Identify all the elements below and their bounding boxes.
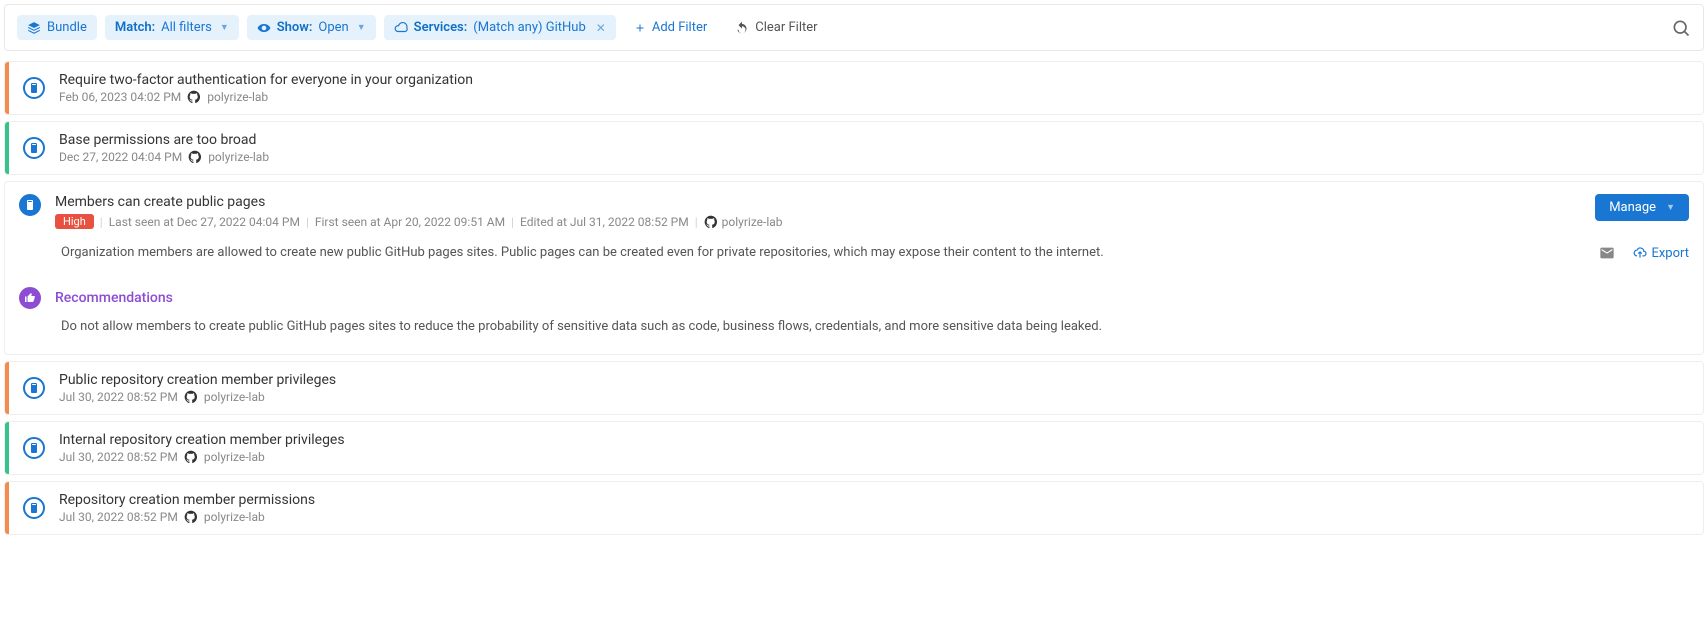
finding-org: polyrize-lab bbox=[722, 215, 783, 229]
finding-row[interactable]: Public repository creation member privil… bbox=[4, 361, 1704, 415]
undo-icon bbox=[735, 21, 749, 35]
match-label: Match: bbox=[115, 20, 155, 35]
first-seen: First seen at Apr 20, 2022 09:51 AM bbox=[315, 215, 505, 229]
remove-filter-icon[interactable]: ✕ bbox=[596, 21, 606, 35]
clear-filter-label: Clear Filter bbox=[755, 20, 817, 35]
export-icon bbox=[1633, 246, 1647, 260]
bundle-label: Bundle bbox=[47, 20, 87, 35]
add-filter-label: Add Filter bbox=[652, 20, 707, 35]
finding-description: Organization members are allowed to crea… bbox=[61, 245, 1579, 260]
clipboard-icon bbox=[23, 377, 45, 399]
last-seen: Last seen at Dec 27, 2022 04:04 PM bbox=[109, 215, 300, 229]
match-filter[interactable]: Match: All filters ▼ bbox=[105, 15, 239, 40]
finding-date: Jul 30, 2022 08:52 PM bbox=[59, 510, 178, 524]
findings-list: Require two-factor authentication for ev… bbox=[0, 61, 1708, 535]
clear-filter-button[interactable]: Clear Filter bbox=[725, 15, 827, 40]
services-value: (Match any) GitHub bbox=[473, 20, 585, 35]
manage-button[interactable]: Manage ▼ bbox=[1595, 194, 1689, 221]
show-label: Show: bbox=[277, 20, 313, 35]
manage-label: Manage bbox=[1609, 200, 1656, 215]
edited-at: Edited at Jul 31, 2022 08:52 PM bbox=[520, 215, 689, 229]
match-value: All filters bbox=[161, 20, 212, 35]
severity-badge: High bbox=[55, 214, 94, 229]
finding-date: Jul 30, 2022 08:52 PM bbox=[59, 450, 178, 464]
finding-title: Base permissions are too broad bbox=[59, 132, 269, 148]
finding-org: polyrize-lab bbox=[204, 390, 265, 404]
bundle-filter[interactable]: Bundle bbox=[17, 15, 97, 40]
finding-org: polyrize-lab bbox=[204, 450, 265, 464]
finding-row[interactable]: Base permissions are too broad Dec 27, 2… bbox=[4, 121, 1704, 175]
export-label: Export bbox=[1651, 246, 1689, 261]
github-icon bbox=[704, 215, 718, 229]
finding-org: polyrize-lab bbox=[204, 510, 265, 524]
recommendation-text: Do not allow members to create public Gi… bbox=[19, 309, 1689, 344]
chevron-down-icon: ▼ bbox=[220, 22, 229, 33]
finding-date: Dec 27, 2022 04:04 PM bbox=[59, 150, 182, 164]
finding-org: polyrize-lab bbox=[207, 90, 268, 104]
finding-title: Repository creation member permissions bbox=[59, 492, 315, 508]
show-value: Open bbox=[318, 20, 348, 35]
services-label: Services: bbox=[414, 20, 468, 35]
thumbs-up-icon bbox=[19, 287, 41, 309]
clipboard-icon bbox=[23, 137, 45, 159]
finding-title: Members can create public pages bbox=[55, 194, 1581, 210]
clipboard-icon bbox=[23, 437, 45, 459]
chevron-down-icon: ▼ bbox=[357, 22, 366, 33]
show-filter[interactable]: Show: Open ▼ bbox=[247, 15, 376, 40]
cloud-icon bbox=[394, 21, 408, 35]
github-icon bbox=[188, 150, 202, 164]
github-icon bbox=[184, 510, 198, 524]
search-icon[interactable] bbox=[1671, 18, 1691, 38]
finding-date: Jul 30, 2022 08:52 PM bbox=[59, 390, 178, 404]
finding-title: Public repository creation member privil… bbox=[59, 372, 336, 388]
services-filter[interactable]: Services: (Match any) GitHub ✕ bbox=[384, 15, 616, 40]
stack-icon bbox=[27, 21, 41, 35]
finding-title: Require two-factor authentication for ev… bbox=[59, 72, 473, 88]
mail-icon[interactable] bbox=[1599, 245, 1615, 261]
github-icon bbox=[184, 450, 198, 464]
finding-expanded: Members can create public pages High | L… bbox=[4, 181, 1704, 355]
chevron-down-icon: ▼ bbox=[1666, 202, 1675, 213]
github-icon bbox=[187, 90, 201, 104]
finding-row[interactable]: Require two-factor authentication for ev… bbox=[4, 61, 1704, 115]
recommendations-heading: Recommendations bbox=[55, 290, 173, 306]
finding-date: Feb 06, 2023 04:02 PM bbox=[59, 90, 181, 104]
export-button[interactable]: Export bbox=[1633, 246, 1689, 261]
clipboard-icon bbox=[23, 497, 45, 519]
finding-row[interactable]: Repository creation member permissions J… bbox=[4, 481, 1704, 535]
finding-title: Internal repository creation member priv… bbox=[59, 432, 345, 448]
finding-row[interactable]: Internal repository creation member priv… bbox=[4, 421, 1704, 475]
clipboard-icon bbox=[23, 77, 45, 99]
add-filter-button[interactable]: Add Filter bbox=[624, 15, 717, 40]
filter-bar: Bundle Match: All filters ▼ Show: Open ▼… bbox=[4, 4, 1704, 51]
clipboard-icon bbox=[19, 194, 41, 216]
github-icon bbox=[184, 390, 198, 404]
finding-org: polyrize-lab bbox=[208, 150, 269, 164]
plus-icon bbox=[634, 22, 646, 34]
eye-icon bbox=[257, 21, 271, 35]
